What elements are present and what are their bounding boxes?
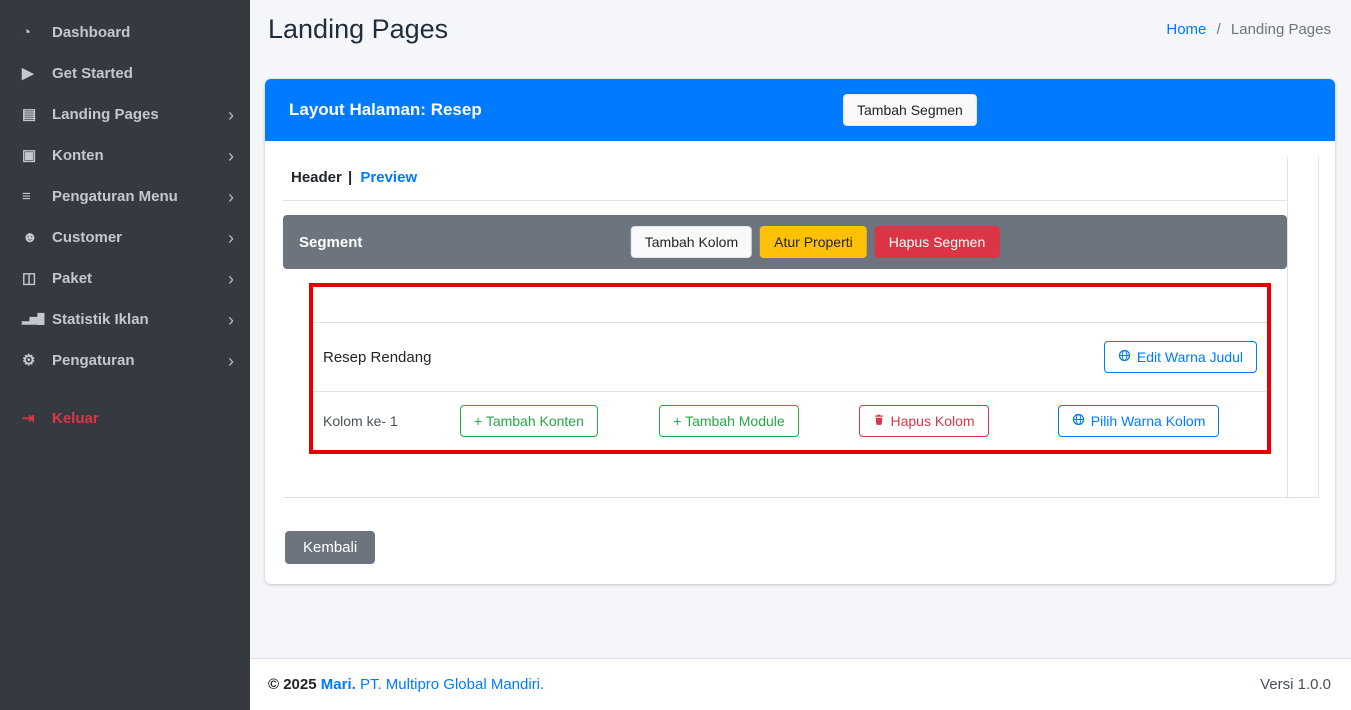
sidebar-item-keluar[interactable]: ⇥ Keluar: [0, 398, 250, 439]
plus-icon: +: [673, 413, 685, 429]
segment-editor-area: Segment Tambah Kolom Atur Properti Hapus…: [283, 201, 1287, 497]
menu-list-icon: ≡: [22, 187, 52, 206]
sidebar-item-get-started[interactable]: ▶ Get Started: [0, 53, 250, 94]
tab-preview-link[interactable]: Preview: [360, 169, 417, 186]
sidebar-item-label: Konten: [52, 146, 104, 165]
main-content: Landing Pages Home / Landing Pages Layou…: [250, 0, 1351, 710]
tab-header-label: Header: [291, 169, 342, 186]
page-title: Landing Pages: [268, 14, 448, 45]
chevron-right-icon: ›: [228, 272, 234, 286]
sidebar-item-landing-pages[interactable]: ▤ Landing Pages ›: [0, 94, 250, 135]
chevron-right-icon: ›: [228, 313, 234, 327]
box-icon: ◫: [22, 269, 52, 288]
sidebar-item-customer[interactable]: ☻ Customer ›: [0, 217, 250, 258]
sidebar-item-label: Pengaturan: [52, 351, 135, 370]
footer-version: Versi 1.0.0: [1260, 676, 1331, 693]
segment-header-bar: Segment Tambah Kolom Atur Properti Hapus…: [283, 215, 1287, 269]
tambah-konten-button[interactable]: + Tambah Konten: [460, 405, 598, 437]
footer: © 2025 Mari. PT. Multipro Global Mandiri…: [250, 658, 1351, 710]
globe-palette-icon: [1118, 348, 1131, 366]
sidebar-item-paket[interactable]: ◫ Paket ›: [0, 258, 250, 299]
logout-icon: ⇥: [22, 409, 52, 428]
breadcrumb-current: Landing Pages: [1231, 21, 1331, 38]
chevron-right-icon: ›: [228, 354, 234, 368]
layout-card-body: Header | Preview Segment Tambah Kolom At…: [265, 141, 1335, 584]
chevron-right-icon: ›: [228, 108, 234, 122]
breadcrumb-home-link[interactable]: Home: [1166, 21, 1206, 38]
image-icon: ▣: [22, 146, 52, 165]
column-actions: + Tambah Konten + Tambah Module: [460, 405, 1257, 437]
users-icon: ☻: [22, 228, 52, 247]
edit-warna-judul-button[interactable]: Edit Warna Judul: [1104, 341, 1257, 373]
chevron-right-icon: ›: [228, 149, 234, 163]
sidebar-item-pengaturan[interactable]: ⚙ Pengaturan ›: [0, 340, 250, 381]
chevron-right-icon: ›: [228, 190, 234, 204]
sidebar-item-statistik-iklan[interactable]: ▂▅█ Statistik Iklan ›: [0, 299, 250, 340]
edit-warna-judul-label: Edit Warna Judul: [1137, 348, 1243, 366]
sidebar-item-label: Paket: [52, 269, 92, 288]
segment-title-row: Resep Rendang Edit Warna Judul: [313, 323, 1267, 392]
tab-separator: |: [348, 169, 352, 186]
bar-chart-icon: ▂▅█: [22, 310, 52, 329]
gear-icon: ⚙: [22, 351, 52, 370]
sidebar-item-label: Customer: [52, 228, 122, 247]
sidebar-item-label: Keluar: [52, 409, 99, 428]
play-icon: ▶: [22, 64, 52, 83]
layers-icon: ▤: [22, 105, 52, 124]
content-header: Landing Pages Home / Landing Pages: [250, 0, 1351, 53]
kembali-button[interactable]: Kembali: [285, 531, 375, 564]
sidebar-item-dashboard[interactable]: ◔ Dashboard: [0, 12, 250, 53]
segment-title-text: Resep Rendang: [323, 349, 431, 366]
column-label: Kolom ke- 1: [323, 413, 460, 429]
footer-copyright: © 2025: [268, 676, 317, 693]
sidebar-item-label: Pengaturan Menu: [52, 187, 178, 206]
hapus-kolom-label: Hapus Kolom: [891, 412, 975, 430]
sidebar-item-label: Landing Pages: [52, 105, 159, 124]
layout-card-header: Layout Halaman: Resep Tambah Segmen: [265, 79, 1335, 141]
segment-empty-strip: [313, 287, 1267, 323]
pilih-warna-kolom-label: Pilih Warna Kolom: [1091, 412, 1206, 430]
footer-left: © 2025 Mari. PT. Multipro Global Mandiri…: [268, 676, 544, 693]
tambah-kolom-button[interactable]: Tambah Kolom: [631, 226, 752, 258]
layout-table: Header | Preview Segment Tambah Kolom At…: [283, 157, 1319, 498]
pilih-warna-kolom-button[interactable]: Pilih Warna Kolom: [1058, 405, 1220, 437]
sidebar-item-label: Get Started: [52, 64, 133, 83]
atur-properti-button[interactable]: Atur Properti: [760, 226, 867, 258]
trash-icon: [873, 412, 885, 430]
chevron-right-icon: ›: [228, 231, 234, 245]
layout-card: Layout Halaman: Resep Tambah Segmen Head…: [265, 79, 1335, 584]
hapus-kolom-button[interactable]: Hapus Kolom: [859, 405, 989, 437]
layout-card-title: Layout Halaman: Resep: [289, 100, 482, 120]
segment-title: Segment: [299, 234, 362, 251]
dashboard-icon: ◔: [22, 23, 52, 42]
footer-company-link[interactable]: PT. Multipro Global Mandiri.: [360, 676, 544, 693]
globe-palette-icon: [1072, 412, 1085, 430]
sidebar-item-label: Dashboard: [52, 23, 130, 42]
breadcrumb-separator: /: [1217, 21, 1221, 38]
layout-main-column: Header | Preview Segment Tambah Kolom At…: [283, 157, 1287, 498]
layout-side-column: [1287, 157, 1319, 498]
tambah-module-button[interactable]: + Tambah Module: [659, 405, 798, 437]
tabs-row: Header | Preview: [283, 157, 1287, 201]
hapus-segmen-button[interactable]: Hapus Segmen: [875, 226, 1000, 258]
sidebar-item-pengaturan-menu[interactable]: ≡ Pengaturan Menu ›: [0, 176, 250, 217]
plus-icon: +: [474, 413, 486, 429]
tambah-segmen-button[interactable]: Tambah Segmen: [843, 94, 977, 126]
sidebar-item-label: Statistik Iklan: [52, 310, 149, 329]
sidebar: ◔ Dashboard ▶ Get Started ▤ Landing Page…: [0, 0, 250, 710]
column-row: Kolom ke- 1 + Tambah Konten + Tambah Mod…: [313, 392, 1267, 450]
segment-buttons: Tambah Kolom Atur Properti Hapus Segmen: [631, 226, 1000, 258]
selected-segment-highlight: Resep Rendang Edit Warna Judul Kolom ke-…: [309, 283, 1271, 454]
breadcrumb: Home / Landing Pages: [1166, 21, 1331, 38]
sidebar-item-konten[interactable]: ▣ Konten ›: [0, 135, 250, 176]
footer-brand-link[interactable]: Mari.: [321, 676, 356, 693]
